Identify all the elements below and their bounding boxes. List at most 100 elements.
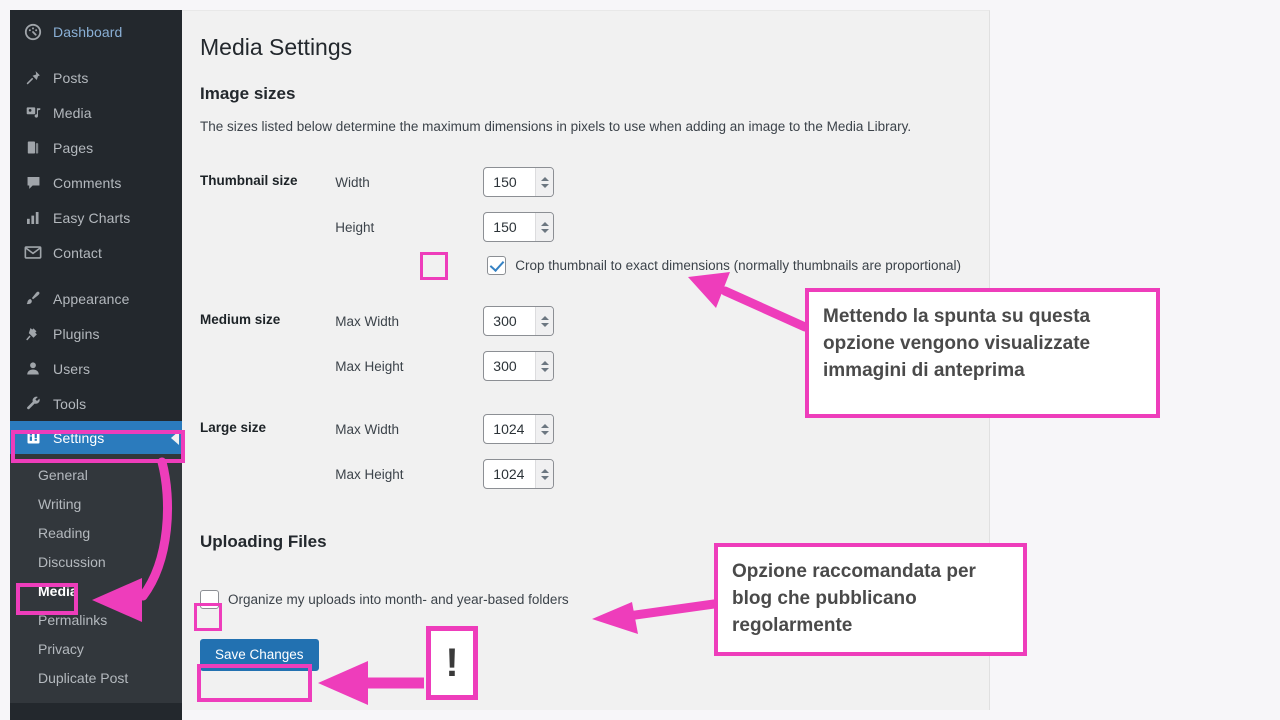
thumbnail-width-input[interactable]: 150 xyxy=(483,167,555,197)
submenu-item-general[interactable]: General xyxy=(10,461,182,490)
crop-thumbnail-label: Crop thumbnail to exact dimensions (norm… xyxy=(515,258,961,273)
image-sizes-description: The sizes listed below determine the max… xyxy=(200,119,912,134)
spinner-stepper[interactable] xyxy=(535,168,554,196)
chevron-down-icon[interactable] xyxy=(540,367,549,372)
organize-uploads-checkbox[interactable] xyxy=(200,590,219,609)
admin-sidebar: Dashboard Posts Media Pages Comments Eas… xyxy=(10,10,182,720)
sidebar-item-label: Tools xyxy=(53,395,87,412)
field-label: Width xyxy=(335,174,370,190)
submenu-item-media[interactable]: Media xyxy=(10,577,182,606)
sidebar-item-label: Media xyxy=(53,104,92,121)
row-fields-medium: Max Width 300 Max Height 300 xyxy=(335,284,971,390)
sidebar-item-media[interactable]: Media xyxy=(10,95,182,130)
large-max-height-input[interactable]: 1024 xyxy=(483,459,555,489)
table-row: Thumbnail size Width 150 Height 150 Crop… xyxy=(200,158,971,284)
sidebar-item-easy-charts[interactable]: Easy Charts xyxy=(10,200,182,235)
row-fields-thumbnail: Width 150 Height 150 Crop thumbnail to e… xyxy=(335,158,971,284)
submenu-item-discussion[interactable]: Discussion xyxy=(10,548,182,577)
sidebar-separator xyxy=(10,270,182,281)
sidebar-item-appearance[interactable]: Appearance xyxy=(10,281,182,316)
thumbnail-height-input[interactable]: 150 xyxy=(483,212,555,242)
chevron-down-icon[interactable] xyxy=(540,475,549,480)
chevron-left-icon xyxy=(171,430,179,445)
chevron-up-icon[interactable] xyxy=(540,221,549,226)
sidebar-item-contact[interactable]: Contact xyxy=(10,235,182,270)
sidebar-item-posts[interactable]: Posts xyxy=(10,60,182,95)
submenu-item-writing[interactable]: Writing xyxy=(10,490,182,519)
spinner-stepper[interactable] xyxy=(535,307,554,335)
crop-thumbnail-checkbox[interactable] xyxy=(487,256,507,275)
field-label: Height xyxy=(335,219,375,235)
dashboard-icon xyxy=(22,22,44,42)
organize-uploads-row: Organize my uploads into month- and year… xyxy=(200,590,971,609)
sidebar-item-users[interactable]: Users xyxy=(10,351,182,386)
submenu-item-duplicate-post[interactable]: Duplicate Post xyxy=(10,664,182,693)
uploading-files-heading: Uploading Files xyxy=(200,532,327,551)
sidebar-item-plugins[interactable]: Plugins xyxy=(10,316,182,351)
sidebar-item-settings[interactable]: Settings xyxy=(10,421,182,454)
chevron-down-icon[interactable] xyxy=(540,430,549,435)
image-sizes-heading: Image sizes xyxy=(200,84,296,103)
table-row: Medium size Max Width 300 Max Height 300 xyxy=(200,284,971,390)
paintbrush-icon xyxy=(22,289,44,309)
field-label: Max Width xyxy=(335,421,400,437)
submenu-item-permalinks[interactable]: Permalinks xyxy=(10,606,182,635)
field-large-max-width: Max Width 1024 xyxy=(335,414,961,444)
media-icon xyxy=(22,103,44,123)
sidebar-item-label: Contact xyxy=(53,244,102,261)
sidebar-item-label: Posts xyxy=(53,69,89,86)
sidebar-item-label: Dashboard xyxy=(53,23,123,40)
medium-max-height-input[interactable]: 300 xyxy=(483,351,555,381)
input-value: 1024 xyxy=(493,421,525,437)
submenu-item-reading[interactable]: Reading xyxy=(10,519,182,548)
chevron-down-icon[interactable] xyxy=(540,322,549,327)
sidebar-item-pages[interactable]: Pages xyxy=(10,130,182,165)
chevron-up-icon[interactable] xyxy=(540,360,549,365)
spinner-stepper[interactable] xyxy=(535,415,554,443)
admin-page: Dashboard Posts Media Pages Comments Eas… xyxy=(0,0,1280,720)
field-label: Max Height xyxy=(335,358,404,374)
sidebar-item-label: Appearance xyxy=(53,290,130,307)
chevron-down-icon[interactable] xyxy=(540,228,549,233)
submit-row: Save Changes xyxy=(200,639,971,671)
medium-max-width-input[interactable]: 300 xyxy=(483,306,555,336)
sidebar-item-label: Users xyxy=(53,360,91,377)
large-max-width-input[interactable]: 1024 xyxy=(483,414,555,444)
sidebar-item-label: Pages xyxy=(53,139,94,156)
chevron-down-icon[interactable] xyxy=(540,183,549,188)
input-value: 300 xyxy=(493,313,517,329)
row-heading-medium: Medium size xyxy=(200,312,281,327)
plug-icon xyxy=(22,324,44,344)
spinner-stepper[interactable] xyxy=(535,460,554,488)
sidebar-separator xyxy=(10,49,182,60)
field-thumbnail-height: Height 150 xyxy=(335,212,961,242)
sidebar-item-dashboard[interactable]: Dashboard xyxy=(10,14,182,49)
input-value: 300 xyxy=(493,358,517,374)
field-thumbnail-width: Width 150 xyxy=(335,167,961,197)
save-changes-button[interactable]: Save Changes xyxy=(200,639,319,671)
spinner-stepper[interactable] xyxy=(535,213,554,241)
comment-icon xyxy=(22,173,44,193)
chevron-up-icon[interactable] xyxy=(540,176,549,181)
field-large-max-height: Max Height 1024 xyxy=(335,459,961,489)
sidebar-item-label: Settings xyxy=(53,429,105,446)
wrench-icon xyxy=(22,394,44,414)
field-label: Max Width xyxy=(335,313,400,329)
chevron-up-icon[interactable] xyxy=(540,423,549,428)
sidebar-item-label: Comments xyxy=(53,174,122,191)
submenu-item-privacy[interactable]: Privacy xyxy=(10,635,182,664)
sidebar-item-tools[interactable]: Tools xyxy=(10,386,182,421)
page-title: Media Settings xyxy=(200,34,353,60)
settings-submenu: General Writing Reading Discussion Media… xyxy=(10,454,182,703)
chevron-up-icon[interactable] xyxy=(540,468,549,473)
table-row: Large size Max Width 1024 Max Height 102… xyxy=(200,390,971,498)
envelope-icon xyxy=(22,243,44,263)
chevron-up-icon[interactable] xyxy=(540,315,549,320)
spinner-stepper[interactable] xyxy=(535,352,554,380)
image-sizes-table: Thumbnail size Width 150 Height 150 Crop… xyxy=(200,158,971,498)
user-icon xyxy=(22,359,44,379)
crop-thumbnail-row: Crop thumbnail to exact dimensions (norm… xyxy=(487,256,961,275)
sidebar-item-comments[interactable]: Comments xyxy=(10,165,182,200)
sidebar-item-label: Plugins xyxy=(53,325,100,342)
settings-icon xyxy=(22,428,44,448)
